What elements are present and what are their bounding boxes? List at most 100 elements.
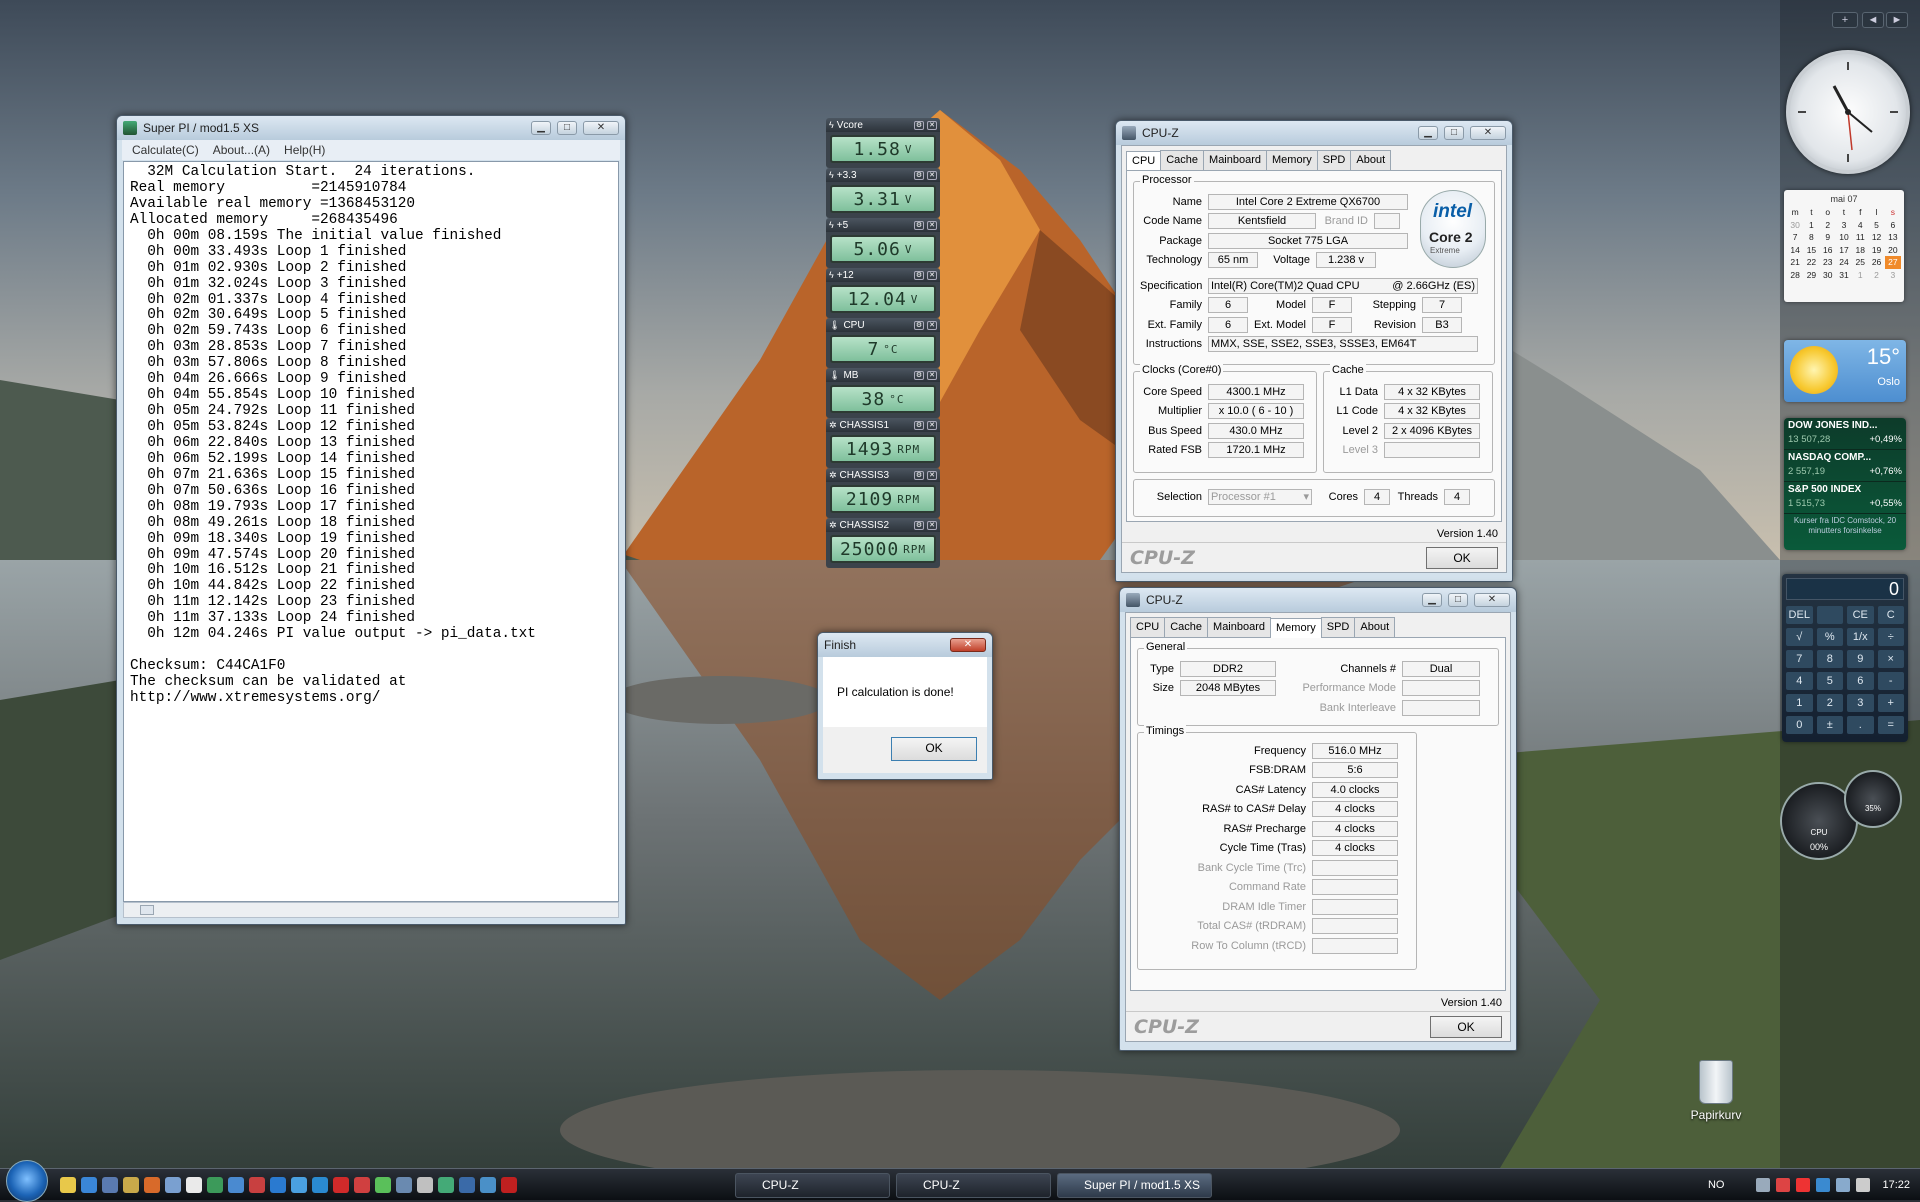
media-icon[interactable] (249, 1176, 265, 1193)
ati-tray-icon[interactable] (1776, 1178, 1791, 1192)
folder-icon[interactable] (60, 1176, 76, 1193)
superpi-window[interactable]: Super PI / mod1.5 XS ▁ □ ✕ Calculate(C) … (116, 115, 626, 925)
notepad-icon[interactable] (186, 1176, 202, 1193)
stocks-gadget[interactable]: DOW JONES IND... 13 507,28 +0,49% NASDAQ… (1784, 418, 1906, 550)
close-icon[interactable]: ✕ (927, 220, 937, 230)
internet-explorer-icon[interactable] (81, 1176, 97, 1193)
language-indicator[interactable]: NO (1708, 1179, 1725, 1191)
minimize-button[interactable]: ▁ (1422, 593, 1442, 607)
cpuz-titlebar[interactable]: CPU-Z ▁ □ ✕ (1120, 588, 1516, 612)
taskbar-button-cpuz[interactable]: CPU-Z (896, 1173, 1051, 1198)
close-icon[interactable]: ✕ (927, 370, 937, 380)
globe-icon[interactable] (291, 1176, 307, 1193)
calculator-key[interactable]: 8 (1816, 650, 1843, 668)
maximize-button[interactable]: □ (1444, 126, 1464, 140)
menu-calculate[interactable]: Calculate(C) (132, 143, 199, 157)
sensor-mb[interactable]: 🌡 MB ⚙ ✕ 38 °C (826, 368, 940, 418)
menu-about[interactable]: About...(A) (213, 143, 270, 157)
scrollbar-thumb[interactable] (140, 905, 154, 915)
weather-gadget[interactable]: 15° Oslo (1784, 340, 1906, 402)
calculator-key[interactable]: 4 (1786, 672, 1813, 690)
display-icon[interactable] (480, 1176, 496, 1193)
taskbar-button-cpuz[interactable]: CPU-Z (735, 1173, 890, 1198)
sensor-33[interactable]: ϟ +3.3 ⚙ ✕ 3.31 V (826, 168, 940, 218)
network-icon[interactable] (459, 1176, 475, 1193)
calculator-key[interactable]: + (1877, 694, 1904, 712)
tab-memory[interactable]: Memory (1266, 150, 1318, 170)
calendar-gadget[interactable]: mai 07 mtotfls 30 1 2 3 4 5 6 7 8 9 10 11 12 13 14 15… (1784, 190, 1904, 302)
ati-icon[interactable] (501, 1176, 517, 1193)
calculator-key[interactable]: 1 (1786, 694, 1813, 712)
sensor-settings-icon[interactable]: ⚙ (914, 370, 924, 380)
ok-button[interactable]: OK (891, 737, 977, 761)
stock-row[interactable]: NASDAQ COMP... 2 557,19 +0,76% (1784, 450, 1906, 482)
calculator-key[interactable]: C (1877, 606, 1904, 624)
processor-select[interactable]: Processor #1 ▾ (1208, 489, 1312, 505)
sidebar-next-button[interactable]: ► (1886, 12, 1908, 28)
tab-about[interactable]: About (1354, 617, 1396, 637)
monitor-tray-icon[interactable] (1836, 1178, 1851, 1192)
calculator-key[interactable]: 0 (1786, 716, 1813, 734)
calculator-key[interactable]: 3 (1847, 694, 1874, 712)
finish-titlebar[interactable]: Finish ✕ (818, 633, 992, 657)
clock-time[interactable]: 17:22 (1882, 1179, 1910, 1191)
tab-mainboard[interactable]: Mainboard (1207, 617, 1272, 637)
sensor-settings-icon[interactable]: ⚙ (914, 120, 924, 130)
calculator-key[interactable]: 2 (1816, 694, 1843, 712)
calculator-key[interactable]: ÷ (1877, 628, 1904, 646)
calculator-key[interactable]: . (1847, 716, 1874, 734)
sensor-settings-icon[interactable]: ⚙ (914, 320, 924, 330)
close-button[interactable]: ✕ (950, 638, 986, 652)
tab-cache[interactable]: Cache (1160, 150, 1205, 170)
diamond-icon[interactable] (417, 1176, 433, 1193)
sensor-cpu[interactable]: 🌡 CPU ⚙ ✕ 7 °C (826, 318, 940, 368)
calculator-key[interactable]: ± (1816, 716, 1843, 734)
tab-cpu[interactable]: CPU (1130, 617, 1166, 637)
sensor-5[interactable]: ϟ +5 ⚙ ✕ 5.06 V (826, 218, 940, 268)
superpi-titlebar[interactable]: Super PI / mod1.5 XS ▁ □ ✕ (117, 116, 625, 140)
cpuz-icon[interactable] (396, 1176, 412, 1193)
sidebar-add-button[interactable]: + (1832, 12, 1858, 28)
cpu-meter-gadget[interactable]: CPU 00% 35% (1780, 770, 1908, 860)
sensor-vcore[interactable]: ϟ Vcore ⚙ ✕ 1.58 V (826, 118, 940, 168)
status-icon[interactable] (375, 1176, 391, 1193)
calculator-key[interactable]: 9 (1847, 650, 1874, 668)
ok-button[interactable]: OK (1426, 546, 1498, 569)
tab-memory[interactable]: Memory (1270, 618, 1322, 638)
calculator-key[interactable]: 6 (1847, 672, 1874, 690)
close-icon[interactable]: ✕ (927, 120, 937, 130)
calculator-key[interactable]: 5 (1816, 672, 1843, 690)
finish-dialog[interactable]: Finish ✕ PI calculation is done! OK (817, 632, 993, 780)
hardware-monitor-gadget[interactable]: ϟ Vcore ⚙ ✕ 1.58 Vϟ +3.3 ⚙ ✕ 3.31 Vϟ +5 ⚙ ✕ 5.06 Vϟ +12 ⚙… (826, 118, 940, 568)
spreadsheet-icon[interactable] (207, 1176, 223, 1193)
taskbar-button-superpi[interactable]: Super PI / mod1.5 XS (1057, 1173, 1212, 1198)
calculator-key[interactable] (1816, 606, 1843, 624)
close-icon[interactable]: ✕ (927, 420, 937, 430)
tools-icon[interactable] (123, 1176, 139, 1193)
benchmark-icon[interactable] (333, 1176, 349, 1193)
horizontal-scrollbar[interactable] (123, 902, 619, 918)
sensor-settings-icon[interactable]: ⚙ (914, 470, 924, 480)
sensor-chassis2[interactable]: ✲ CHASSIS2 ⚙ ✕ 25000 RPM (826, 518, 940, 568)
tab-spd[interactable]: SPD (1316, 150, 1352, 170)
close-button[interactable]: ✕ (1470, 126, 1506, 140)
network-tray-icon[interactable] (1816, 1178, 1831, 1192)
sensor-chassis3[interactable]: ✲ CHASSIS3 ⚙ ✕ 2109 RPM (826, 468, 940, 518)
calculator-key[interactable]: - (1877, 672, 1904, 690)
menu-help[interactable]: Help(H) (284, 143, 325, 157)
calculator-key[interactable]: CE (1847, 606, 1874, 624)
close-icon[interactable]: ✕ (927, 520, 937, 530)
sensor-settings-icon[interactable]: ⚙ (914, 270, 924, 280)
close-icon[interactable]: ✕ (927, 170, 937, 180)
close-icon[interactable]: ✕ (927, 320, 937, 330)
speaker-icon[interactable] (1756, 1178, 1771, 1192)
monitor-icon[interactable] (228, 1176, 244, 1193)
superpi-icon[interactable] (438, 1176, 454, 1193)
calculator-key[interactable]: = (1877, 716, 1904, 734)
tab-cpu[interactable]: CPU (1126, 151, 1162, 171)
tab-about[interactable]: About (1350, 150, 1392, 170)
sensor-chassis1[interactable]: ✲ CHASSIS1 ⚙ ✕ 1493 RPM (826, 418, 940, 468)
clock-gadget[interactable] (1786, 50, 1910, 174)
close-button[interactable]: ✕ (1474, 593, 1510, 607)
sensor-settings-icon[interactable]: ⚙ (914, 420, 924, 430)
